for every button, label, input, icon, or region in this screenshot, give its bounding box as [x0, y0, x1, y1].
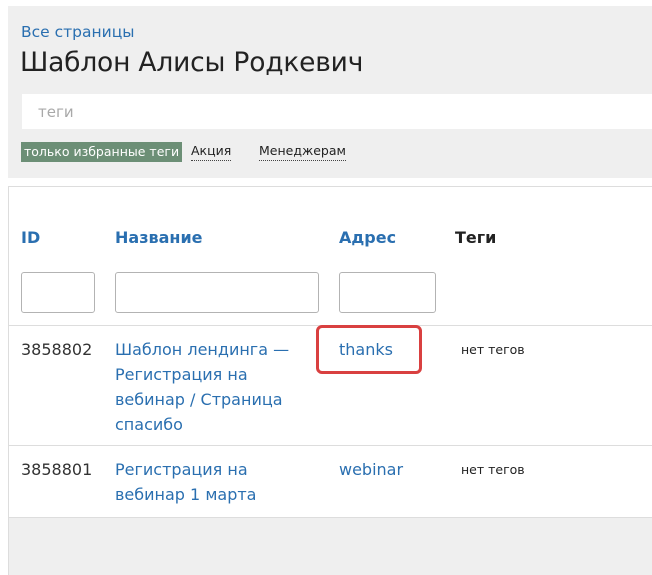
- row-1-tags: нет тегов: [461, 342, 525, 357]
- row-2-address-link[interactable]: webinar: [339, 457, 403, 482]
- pages-table: ID Название Адрес Теги 3858802 Шаблон ле…: [8, 186, 652, 575]
- row-1-name-line: Шаблон лендинга —: [115, 340, 290, 359]
- row-1-address-link[interactable]: thanks: [339, 337, 393, 362]
- column-header-address[interactable]: Адрес: [339, 227, 396, 249]
- name-filter-input[interactable]: [115, 272, 319, 313]
- tags-search-input[interactable]: [22, 94, 652, 129]
- row-divider: [9, 445, 652, 446]
- row-2-name-line: Регистрация на: [115, 460, 248, 479]
- row-2-name-link[interactable]: Регистрация на вебинар 1 марта: [115, 457, 330, 507]
- address-filter-input[interactable]: [339, 272, 436, 313]
- column-header-name[interactable]: Название: [115, 227, 203, 249]
- all-pages-link[interactable]: Все страницы: [21, 23, 135, 41]
- tag-filter-managers[interactable]: Менеджерам: [259, 142, 346, 161]
- page-header: Все страницы Шаблон Алисы Родкевич тольк…: [8, 6, 652, 178]
- row-1-name-link[interactable]: Шаблон лендинга — Регистрация на вебинар…: [115, 337, 330, 437]
- column-header-tags: Теги: [455, 228, 497, 247]
- pages-list-screen: Все страницы Шаблон Алисы Родкевич тольк…: [0, 0, 652, 575]
- row-2-id: 3858801: [21, 460, 93, 479]
- tag-filter-favorites-only[interactable]: только избранные теги: [21, 142, 183, 162]
- page-title: Шаблон Алисы Родкевич: [20, 47, 364, 78]
- row-1-name-line: Регистрация на: [115, 365, 248, 384]
- row-2-name-line: вебинар 1 марта: [115, 485, 257, 504]
- id-filter-input[interactable]: [21, 272, 95, 313]
- column-header-id[interactable]: ID: [21, 227, 40, 249]
- row-1-name-line: вебинар / Страница: [115, 390, 283, 409]
- row-divider: [9, 325, 652, 326]
- row-2-tags: нет тегов: [461, 462, 525, 477]
- row-1-id: 3858802: [21, 340, 93, 359]
- row-1-name-line: спасибо: [115, 415, 183, 434]
- tag-filter-promo[interactable]: Акция: [191, 142, 232, 161]
- table-footer: [9, 518, 652, 575]
